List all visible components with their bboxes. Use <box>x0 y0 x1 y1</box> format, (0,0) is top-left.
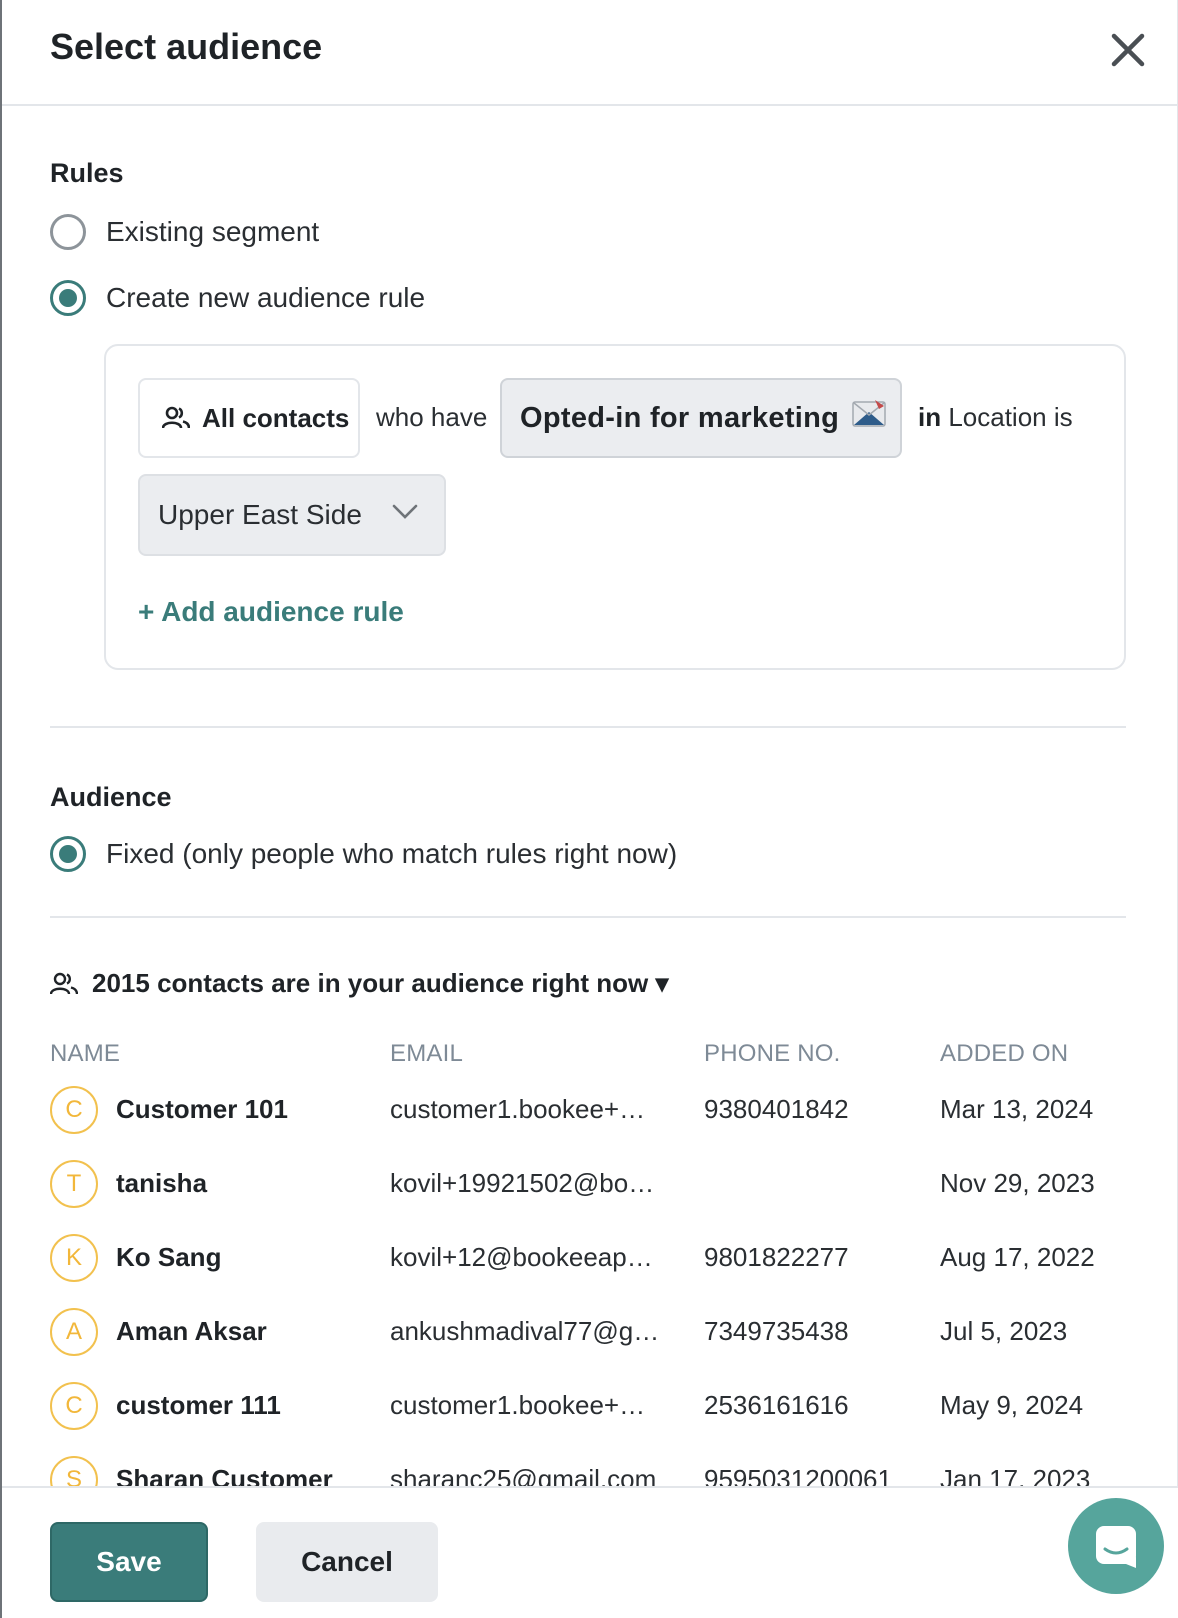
all-contacts-label: All contacts <box>202 402 350 433</box>
avatar: K <box>50 1234 98 1282</box>
radio-circle[interactable] <box>50 214 86 250</box>
section-divider <box>50 726 1126 728</box>
radio-create-rule[interactable]: Create new audience rule <box>50 278 425 318</box>
cancel-button[interactable]: Cancel <box>256 1522 438 1602</box>
all-contacts-chip[interactable]: All contacts <box>138 378 360 458</box>
select-audience-panel: Select audience Rules Existing segment C… <box>0 0 1178 1618</box>
who-have-text: who have <box>376 402 488 432</box>
contact-added-on: Nov 29, 2023 <box>940 1168 1095 1198</box>
contact-email: customer1.bookee+… <box>390 1390 646 1420</box>
radio-label: Fixed (only people who match rules right… <box>106 838 678 869</box>
location-select[interactable]: Upper East Side <box>138 474 446 556</box>
close-button[interactable] <box>1106 28 1150 72</box>
contacts-icon <box>50 972 78 994</box>
contact-name: Customer 101 <box>116 1094 288 1124</box>
avatar: A <box>50 1308 98 1356</box>
opted-in-chip[interactable]: Opted-in for marketing <box>500 378 902 458</box>
radio-circle-checked[interactable] <box>50 280 86 316</box>
contact-added-on: Aug 17, 2022 <box>940 1242 1095 1272</box>
contact-email: kovil+19921502@bo… <box>390 1168 655 1198</box>
location-is-text: in Location is <box>918 402 1073 433</box>
section-divider <box>50 916 1126 918</box>
rules-heading: Rules <box>50 158 124 188</box>
column-header-added: ADDED ON <box>940 1040 1069 1067</box>
envelope-icon <box>851 398 887 438</box>
contact-phone: 2536161616 <box>704 1390 849 1420</box>
radio-label: Create new audience rule <box>106 282 426 313</box>
contact-added-on: Mar 13, 2024 <box>940 1094 1094 1124</box>
contact-email: customer1.bookee+… <box>390 1094 646 1124</box>
audience-count-toggle[interactable]: 2015 contacts are in your audience right… <box>50 968 669 999</box>
chevron-down-icon <box>392 504 418 519</box>
panel-header: Select audience <box>2 0 1178 106</box>
in-word: in <box>918 402 942 432</box>
avatar: T <box>50 1160 98 1208</box>
contact-added-on: Jul 5, 2023 <box>940 1316 1068 1346</box>
add-audience-rule-link[interactable]: + Add audience rule <box>138 596 404 628</box>
radio-label: Existing segment <box>106 216 320 247</box>
save-button[interactable]: Save <box>50 1522 208 1602</box>
opted-in-label: Opted-in for marketing <box>520 401 840 434</box>
contact-name: tanisha <box>116 1168 208 1198</box>
panel-title: Select audience <box>50 26 323 67</box>
column-header-name: NAME <box>50 1040 121 1067</box>
chat-icon <box>1096 1526 1136 1568</box>
audience-count-text: 2015 contacts are in your audience right… <box>92 968 669 998</box>
table-row: C customer 111 customer1.bookee+… 253616… <box>2 1376 1178 1436</box>
table-row: A Aman Aksar ankushmadival77@g… 73497354… <box>2 1302 1178 1362</box>
location-value: Upper East Side <box>158 499 362 530</box>
contact-name: Ko Sang <box>116 1242 222 1272</box>
contact-phone: 9801822277 <box>704 1242 849 1272</box>
close-icon <box>1111 33 1145 67</box>
radio-circle-checked[interactable] <box>50 836 86 872</box>
table-row: T tanisha kovil+19921502@bo… Nov 29, 202… <box>2 1154 1178 1214</box>
avatar: C <box>50 1382 98 1430</box>
column-header-phone: PHONE NO. <box>704 1040 841 1067</box>
contact-phone: 7349735438 <box>704 1316 849 1346</box>
location-is-label: Location is <box>941 402 1073 432</box>
audience-heading: Audience <box>50 782 172 812</box>
contact-email: ankushmadival77@g… <box>390 1316 660 1346</box>
panel-footer: Save Cancel <box>2 1486 1178 1618</box>
contact-phone: 9380401842 <box>704 1094 849 1124</box>
rule-builder: All contacts who have Opted-in for marke… <box>104 344 1126 670</box>
table-row: C Customer 101 customer1.bookee+… 938040… <box>2 1080 1178 1140</box>
contact-added-on: May 9, 2024 <box>940 1390 1084 1420</box>
avatar: C <box>50 1086 98 1134</box>
radio-existing-segment[interactable]: Existing segment <box>50 212 319 252</box>
contacts-icon <box>162 406 190 429</box>
contact-name: customer 111 <box>116 1390 281 1420</box>
chat-launcher-button[interactable] <box>1068 1498 1164 1594</box>
contact-name: Aman Aksar <box>116 1316 267 1346</box>
table-row: K Ko Sang kovil+12@bookeeap… 9801822277 … <box>2 1228 1178 1288</box>
contact-email: kovil+12@bookeeap… <box>390 1242 653 1272</box>
column-header-email: EMAIL <box>390 1040 464 1067</box>
radio-fixed-audience[interactable]: Fixed (only people who match rules right… <box>50 834 677 874</box>
